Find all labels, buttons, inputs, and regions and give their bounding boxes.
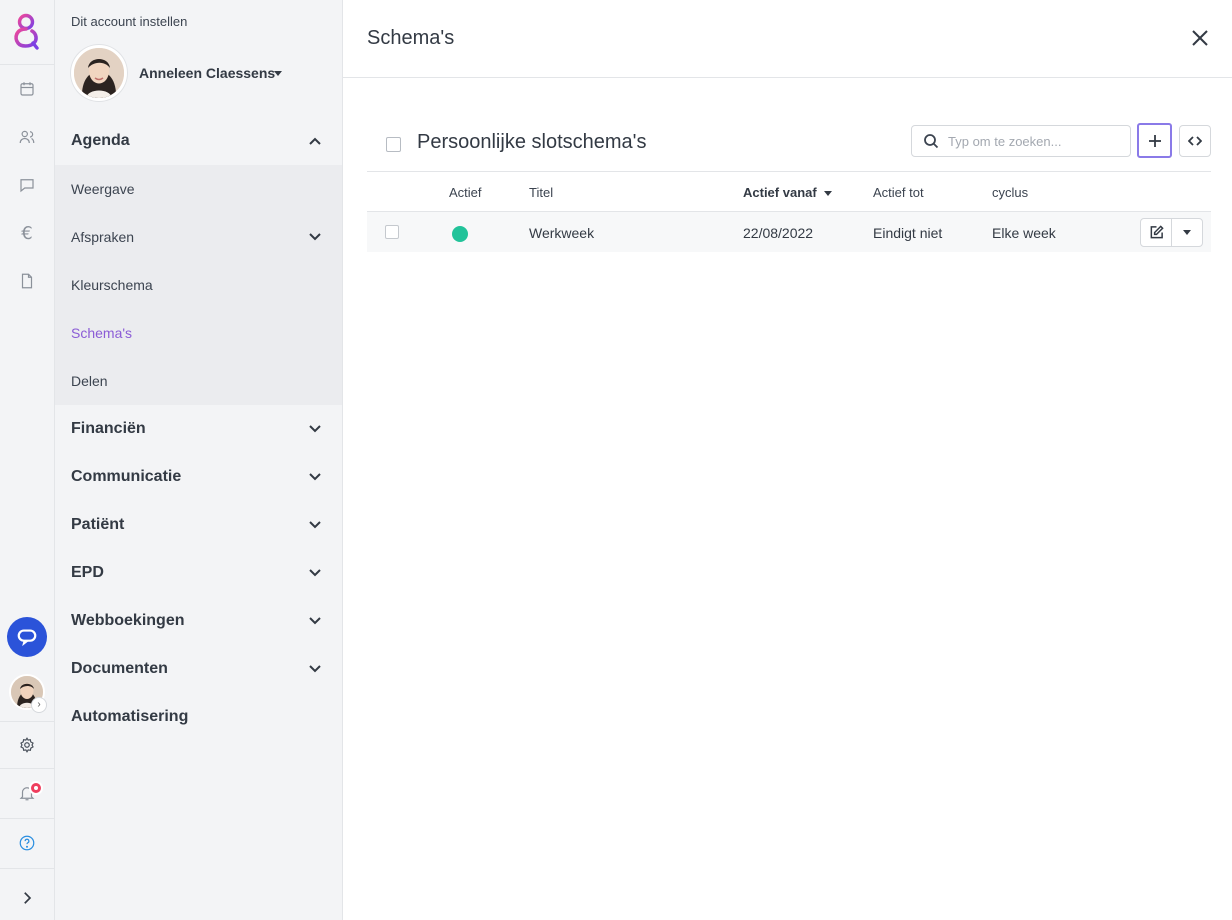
rail-divider — [0, 768, 54, 769]
sidebar-section-label: Agenda — [71, 132, 130, 149]
cell-titel: Werkweek — [529, 225, 595, 241]
sidebar-section-label: EPD — [71, 564, 104, 581]
icon-rail: € › — [0, 0, 55, 920]
sidebar-item-weergave[interactable]: Weergave — [55, 165, 342, 213]
cell-actief-vanaf: 22/08/2022 — [743, 225, 814, 241]
sidebar-section-label: Communicatie — [71, 468, 182, 485]
page-title: Schema's — [367, 27, 455, 49]
column-header-label: Actief vanaf — [743, 185, 817, 200]
sidebar-item-delen[interactable]: Delen — [55, 357, 342, 405]
edit-icon — [1150, 225, 1164, 239]
rail-divider — [0, 868, 54, 869]
table-header: Actief Titel Actief vanaf Actief tot cyc… — [367, 171, 1211, 212]
schemas-table: Actief Titel Actief vanaf Actief tot cyc… — [367, 171, 1211, 252]
users-icon[interactable] — [15, 125, 39, 149]
profile-avatar[interactable] — [71, 45, 127, 101]
sidebar-section-documenten[interactable]: Documenten — [55, 645, 342, 693]
sidebar-item-kleurschema[interactable]: Kleurschema — [55, 261, 342, 309]
sidebar-section-label: Patiënt — [71, 516, 125, 533]
user-name[interactable]: Anneleen Claessens — [139, 65, 275, 81]
edit-button[interactable] — [1141, 219, 1173, 246]
calendar-icon[interactable] — [15, 77, 39, 101]
rail-divider — [0, 818, 54, 819]
sidebar-section-label: Webboekingen — [71, 612, 185, 629]
search-field[interactable] — [911, 125, 1131, 157]
support-chat-button[interactable] — [7, 617, 47, 657]
chevron-down-icon — [308, 470, 322, 484]
sidebar-item-label: Kleurschema — [71, 277, 153, 293]
sidebar-item-label: Delen — [71, 373, 108, 389]
sidebar-item-label: Afspraken — [71, 229, 135, 245]
column-header-titel[interactable]: Titel — [529, 185, 553, 200]
settings-sidebar: Dit account instellen Anneleen Claessens… — [55, 0, 343, 920]
code-icon — [1188, 136, 1202, 146]
app-logo-icon[interactable] — [10, 12, 44, 52]
section-title: Persoonlijke slotschema's — [417, 131, 647, 153]
chevron-down-icon — [308, 614, 322, 628]
rail-divider — [0, 721, 54, 722]
column-header-actief-vanaf[interactable]: Actief vanaf — [743, 185, 832, 200]
rail-divider — [0, 64, 54, 65]
search-input[interactable] — [948, 133, 1128, 149]
cell-cyclus: Elke week — [992, 225, 1056, 241]
expand-icon[interactable] — [15, 886, 39, 910]
sidebar-section-patient[interactable]: Patiënt — [55, 501, 342, 549]
main-header: Schema's — [343, 0, 1232, 78]
sidebar-section-communicatie[interactable]: Communicatie — [55, 453, 342, 501]
chevron-down-icon — [308, 422, 322, 436]
row-menu-button[interactable] — [1172, 219, 1202, 246]
chevron-down-icon — [308, 230, 322, 244]
sidebar-section-label: Documenten — [71, 660, 168, 677]
help-icon[interactable] — [15, 831, 39, 855]
sidebar-item-afspraken[interactable]: Afspraken — [55, 213, 342, 261]
row-checkbox[interactable] — [385, 225, 399, 239]
cell-actief-tot: Eindigt niet — [873, 225, 943, 241]
active-status-dot — [452, 226, 468, 242]
row-actions — [1140, 218, 1203, 247]
chevron-down-icon — [308, 518, 322, 532]
column-header-actief-tot[interactable]: Actief tot — [873, 185, 924, 200]
caret-down-icon[interactable] — [274, 71, 282, 76]
chat-icon[interactable] — [15, 173, 39, 197]
sidebar-item-label: Schema's — [71, 325, 133, 341]
sidebar-section-automatisering[interactable]: Automatisering — [55, 693, 342, 741]
chevron-up-icon — [308, 134, 322, 148]
sidebar-item-schemas[interactable]: Schema's — [55, 309, 342, 357]
table-row[interactable]: Werkweek 22/08/2022 Eindigt niet Elke we… — [367, 212, 1211, 252]
sort-desc-icon — [823, 191, 832, 197]
embed-code-button[interactable] — [1179, 125, 1211, 157]
column-header-cyclus[interactable]: cyclus — [992, 185, 1028, 200]
chevron-down-icon — [308, 662, 322, 676]
select-all-checkbox[interactable] — [386, 137, 401, 152]
main-panel: Schema's Persoonlijke slotschema's Actie… — [343, 0, 1232, 920]
agenda-submenu: Weergave Afspraken Kleurschema Schema's … — [55, 165, 342, 405]
settings-icon[interactable] — [15, 733, 39, 757]
search-icon — [923, 133, 939, 149]
chevron-down-icon — [308, 566, 322, 580]
sidebar-section-label: Financiën — [71, 420, 146, 437]
add-schema-button[interactable] — [1137, 123, 1172, 158]
close-icon — [1192, 30, 1208, 46]
sidebar-item-label: Weergave — [71, 181, 135, 197]
sidebar-section-webboekingen[interactable]: Webboekingen — [55, 597, 342, 645]
euro-icon[interactable]: € — [15, 221, 39, 245]
sidebar-section-financien[interactable]: Financiën — [55, 405, 342, 453]
document-icon[interactable] — [15, 269, 39, 293]
sidebar-section-epd[interactable]: EPD — [55, 549, 342, 597]
close-button[interactable] — [1190, 28, 1210, 48]
account-settings-label: Dit account instellen — [71, 14, 188, 29]
support-chat-icon — [17, 629, 37, 647]
caret-down-icon — [1183, 230, 1192, 235]
column-header-actief[interactable]: Actief — [449, 185, 482, 200]
sidebar-section-agenda[interactable]: Agenda — [55, 117, 342, 165]
sidebar-section-label: Automatisering — [71, 708, 189, 725]
plus-icon — [1148, 134, 1161, 147]
notification-badge — [29, 781, 43, 795]
chevron-right-icon[interactable]: › — [31, 697, 47, 713]
euro-glyph: € — [21, 222, 33, 244]
